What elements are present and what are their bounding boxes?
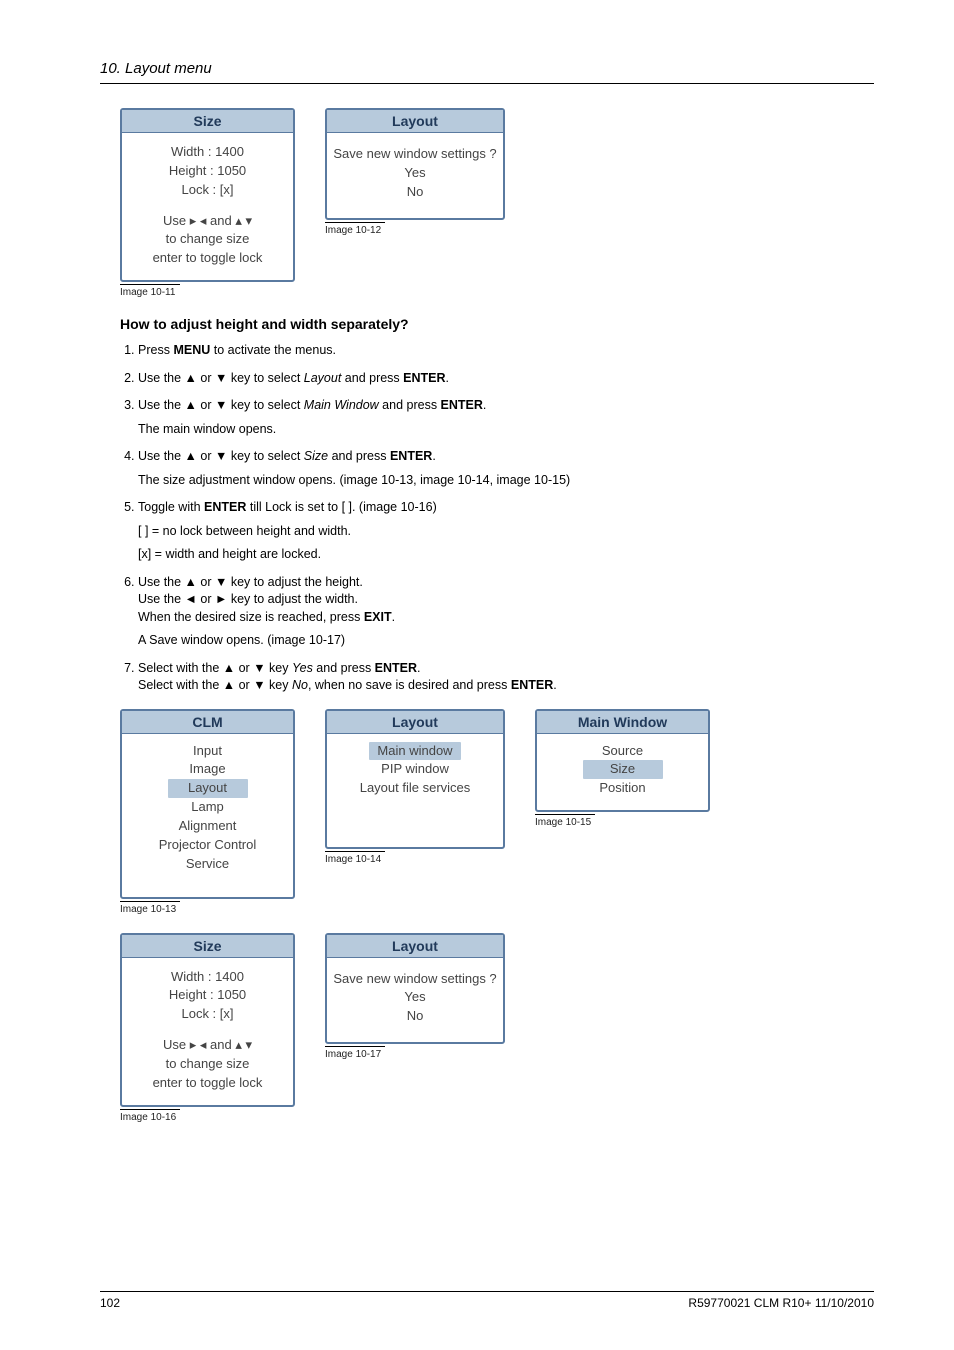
size-window: Size Width : 1400 Height : 1050 Lock : [… (120, 933, 295, 1107)
size-hint-line: to change size (128, 230, 287, 249)
menu-item: Lamp (128, 798, 287, 817)
save-yes: Yes (329, 164, 501, 183)
size-width-value: Width : 1400 (128, 143, 287, 162)
size-window: Size Width : 1400 Height : 1050 Lock : [… (120, 108, 295, 282)
menu-item-selected: Main window (369, 742, 460, 761)
page-footer: 102 R59770021 CLM R10+ 11/10/2010 (100, 1291, 874, 1310)
menu-item: Layout file services (333, 779, 497, 798)
menu-item: Projector Control (128, 836, 287, 855)
image-caption: Image 10-15 (535, 814, 595, 828)
save-prompt: Save new window settings ? (329, 145, 501, 164)
menu-item: PIP window (333, 760, 497, 779)
save-yes: Yes (329, 988, 501, 1007)
clm-window: CLM Input Image Layout Lamp Alignment Pr… (120, 709, 295, 899)
menu-item-selected: Layout (168, 779, 248, 798)
image-caption: Image 10-16 (120, 1109, 180, 1123)
menu-item: Position (543, 779, 702, 798)
size-lock-value: Lock : [x] (128, 181, 287, 200)
image-caption: Image 10-13 (120, 901, 180, 915)
step-item: Press MENU to activate the menus. (138, 342, 874, 360)
menu-item: Source (543, 742, 702, 761)
size-hint-line: Use ▸ ◂ and ▴ ▾ (128, 1036, 287, 1055)
step-item: Use the ▲ or ▼ key to select Size and pr… (138, 448, 874, 489)
size-height-value: Height : 1050 (128, 162, 287, 181)
size-window-title: Size (122, 935, 293, 958)
step-item: Use the ▲ or ▼ key to select Main Window… (138, 397, 874, 438)
main-window-title: Main Window (537, 711, 708, 734)
step-item: Use the ▲ or ▼ key to adjust the height.… (138, 574, 874, 650)
size-hint-line: enter to toggle lock (128, 249, 287, 268)
size-hint-line: Use ▸ ◂ and ▴ ▾ (128, 212, 287, 231)
menu-item: Alignment (128, 817, 287, 836)
menu-item-selected: Size (583, 760, 663, 779)
layout-save-title: Layout (327, 110, 503, 133)
image-caption: Image 10-17 (325, 1046, 385, 1060)
steps-list: Press MENU to activate the menus. Use th… (120, 342, 874, 695)
page-number: 102 (100, 1296, 120, 1310)
save-prompt: Save new window settings ? (329, 970, 501, 989)
image-caption: Image 10-14 (325, 851, 385, 865)
step-item: Select with the ▲ or ▼ key Yes and press… (138, 660, 874, 695)
layout-save-title: Layout (327, 935, 503, 958)
size-lock-value: Lock : [x] (128, 1005, 287, 1024)
page-header: 10. Layout menu (100, 60, 874, 77)
step-item: Use the ▲ or ▼ key to select Layout and … (138, 370, 874, 388)
clm-window-title: CLM (122, 711, 293, 734)
step-item: Toggle with ENTER till Lock is set to [ … (138, 499, 874, 564)
section-heading: How to adjust height and width separatel… (120, 316, 874, 332)
save-no: No (329, 1007, 501, 1026)
layout-menu-window: Layout Main window PIP window Layout fil… (325, 709, 505, 849)
size-hint-line: enter to toggle lock (128, 1074, 287, 1093)
size-window-title: Size (122, 110, 293, 133)
save-no: No (329, 183, 501, 202)
image-caption: Image 10-12 (325, 222, 385, 236)
size-width-value: Width : 1400 (128, 968, 287, 987)
menu-item: Input (128, 742, 287, 761)
size-hint-line: to change size (128, 1055, 287, 1074)
layout-menu-title: Layout (327, 711, 503, 734)
doc-reference: R59770021 CLM R10+ 11/10/2010 (688, 1296, 874, 1310)
menu-item: Service (128, 855, 287, 874)
header-divider (100, 83, 874, 84)
size-height-value: Height : 1050 (128, 986, 287, 1005)
main-window-panel: Main Window Source Size Position (535, 709, 710, 813)
layout-save-window: Layout Save new window settings ? Yes No (325, 933, 505, 1045)
menu-item: Image (128, 760, 287, 779)
layout-save-window: Layout Save new window settings ? Yes No (325, 108, 505, 220)
image-caption: Image 10-11 (120, 284, 180, 298)
